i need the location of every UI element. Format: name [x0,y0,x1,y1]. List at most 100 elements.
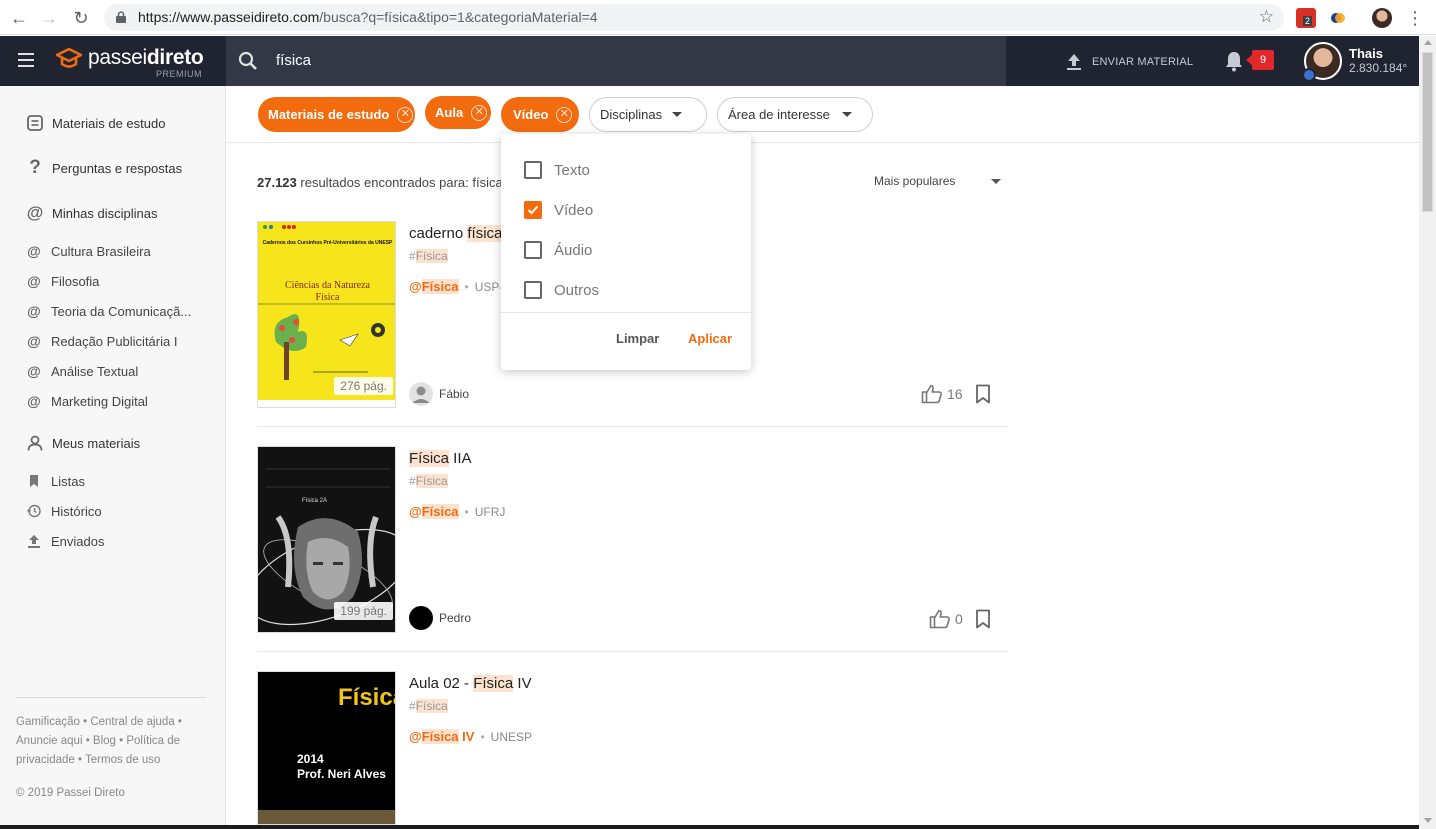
sidebar-discipline[interactable]: @ Filosofia [26,271,99,291]
result-card[interactable]: Física 2014 Prof. Neri Alves Aula 02 - F… [257,671,1008,825]
checkbox[interactable] [524,161,542,179]
checkbox[interactable] [524,281,542,299]
bookmark-icon[interactable] [975,609,991,629]
checkbox-checked[interactable] [524,201,542,219]
browser-toolbar: ← → ↻ https://www.passeidireto.com/busca… [0,0,1436,35]
lock-icon [116,11,126,23]
history-icon [26,502,42,520]
material-thumbnail[interactable]: Física 2A 199 pág. [257,446,396,633]
bookmark-icon[interactable] [975,384,991,404]
checkbox-option-video[interactable]: Vídeo [524,200,593,220]
filter-dropdown-disciplines[interactable]: Disciplinas [589,97,707,132]
menu-dots-icon[interactable]: ⋮ [1404,7,1426,29]
discipline-link[interactable]: @Física IV [409,729,474,744]
checkbox[interactable] [524,241,542,259]
page-scrollbar[interactable] [1419,36,1436,829]
card-title[interactable]: Aula 02 - Física IV [409,675,532,692]
notification-badge[interactable]: 9 [1246,50,1274,70]
bookmark-star-icon[interactable]: ☆ [1259,7,1274,27]
card-source: @Física • UFRJ [409,504,506,519]
card-title[interactable]: Física IIA [409,450,472,467]
question-mark-icon: ? [29,157,41,178]
forward-icon[interactable]: → [38,7,60,29]
copyright: © 2019 Passei Direto [16,787,125,799]
sidebar-discipline[interactable]: @ Marketing Digital [26,391,148,411]
filter-chip-class[interactable]: Aula ✕ [425,96,491,129]
sidebar-item-my-materials[interactable]: Meus materiais [26,433,140,453]
sidebar-discipline[interactable]: @ Teoria da Comunicaçã... [26,301,191,321]
logo-text: passeidireto [88,46,204,69]
result-card[interactable]: Física 2A 199 pág. Física IIA #Física @F… [257,446,1008,652]
back-icon[interactable]: ← [8,7,30,29]
chip-label: Disciplinas [600,107,663,122]
material-type-dropdown: Texto Vídeo Áudio Outros Limpar Aplicar [501,134,751,370]
option-label: Vídeo [554,201,594,219]
search-icon[interactable] [238,51,258,71]
remove-chip-icon[interactable]: ✕ [471,104,488,121]
search-input[interactable]: física [276,52,311,69]
upload-material-button[interactable]: ENVIAR MATERIAL [1066,52,1193,72]
remove-chip-icon[interactable]: ✕ [397,106,414,123]
upload-icon [26,532,42,550]
card-title[interactable]: caderno física [409,225,503,242]
author-name: Pedro [439,611,472,625]
card-tag[interactable]: #Física [409,249,448,263]
apply-button[interactable]: Aplicar [688,331,732,346]
user-points: 2.830.184° [1349,61,1408,75]
sidebar-item-lists[interactable]: Listas [26,471,85,491]
card-author[interactable]: Fábio [409,382,469,406]
sidebar-item-sent[interactable]: Enviados [26,531,104,551]
discipline-link[interactable]: @Física [409,279,459,294]
checkbox-option-audio[interactable]: Áudio [524,240,592,260]
reload-icon[interactable]: ↻ [70,7,92,29]
bell-icon[interactable] [1224,50,1244,72]
sidebar-item-my-disciplines[interactable]: @ Minhas disciplinas [26,203,158,223]
sidebar-discipline[interactable]: @ Análise Textual [26,361,138,381]
extension-2-icon[interactable] [1328,8,1348,28]
at-icon: @ [27,393,41,409]
cover-title: Física [338,684,395,711]
sidebar-discipline[interactable]: @ Redação Publicitária I [26,331,177,351]
address-bar[interactable]: https://www.passeidireto.com/busca?q=fís… [104,4,1284,31]
premium-label: PREMIUM [156,69,202,79]
like-button[interactable]: 0 [929,609,963,629]
profile-avatar[interactable] [1372,8,1392,28]
checkbox-option-other[interactable]: Outros [524,280,599,300]
sidebar-item-questions[interactable]: ? Perguntas e respostas [26,157,182,178]
filter-bar: Materiais de estudo ✕ Aula ✕ Vídeo ✕ Discip… [226,86,1419,143]
sidebar-item-label: Minhas disciplinas [52,205,158,221]
filter-chip-video[interactable]: Vídeo ✕ [501,97,579,132]
card-tag[interactable]: #Física [409,474,448,488]
checkbox-option-text[interactable]: Texto [524,160,590,180]
like-button[interactable]: 16 [921,384,963,404]
link-badge-icon [1302,68,1316,82]
material-thumbnail[interactable]: Física 2014 Prof. Neri Alves [257,671,396,825]
discipline-link[interactable]: @Física [409,504,459,519]
search-bar[interactable]: física [226,36,1006,86]
cover-text: Física 2A [302,498,328,504]
extension-icon[interactable]: 2 [1296,8,1316,28]
at-icon: @ [27,303,41,319]
discipline-label: Teoria da Comunicaçã... [51,303,192,319]
hamburger-menu-icon[interactable] [18,53,34,67]
user-name[interactable]: Thais [1349,46,1383,61]
cover-text: Cadernos dos Cursinhos Pré-Universitário… [262,240,393,246]
remove-chip-icon[interactable]: ✕ [556,106,573,123]
sidebar-item-study-materials[interactable]: Materiais de estudo [26,113,165,133]
filter-chip-study-materials[interactable]: Materiais de estudo ✕ [258,97,415,132]
filter-dropdown-interest-area[interactable]: Área de interesse [717,97,873,132]
material-thumbnail[interactable]: Cadernos dos Cursinhos Pré-Universitário… [257,221,396,408]
institution: UFRJ [474,504,506,519]
sidebar-item-history[interactable]: Histórico [26,501,102,521]
avatar [409,606,433,630]
sidebar-footer-links[interactable]: Gamificação • Central de ajuda • Anuncie… [16,713,206,770]
card-tag[interactable]: #Física [409,699,448,713]
sort-select[interactable]: Mais populares [874,174,1002,188]
sidebar-discipline[interactable]: @ Cultura Brasileira [26,241,151,261]
card-author[interactable]: Pedro [409,606,471,630]
chevron-down-icon [672,112,683,117]
discipline-label: Redação Publicitária I [51,333,178,349]
graduation-cap-icon [56,47,82,68]
cover-author: Prof. Neri Alves [297,767,386,781]
clear-button[interactable]: Limpar [616,331,659,346]
